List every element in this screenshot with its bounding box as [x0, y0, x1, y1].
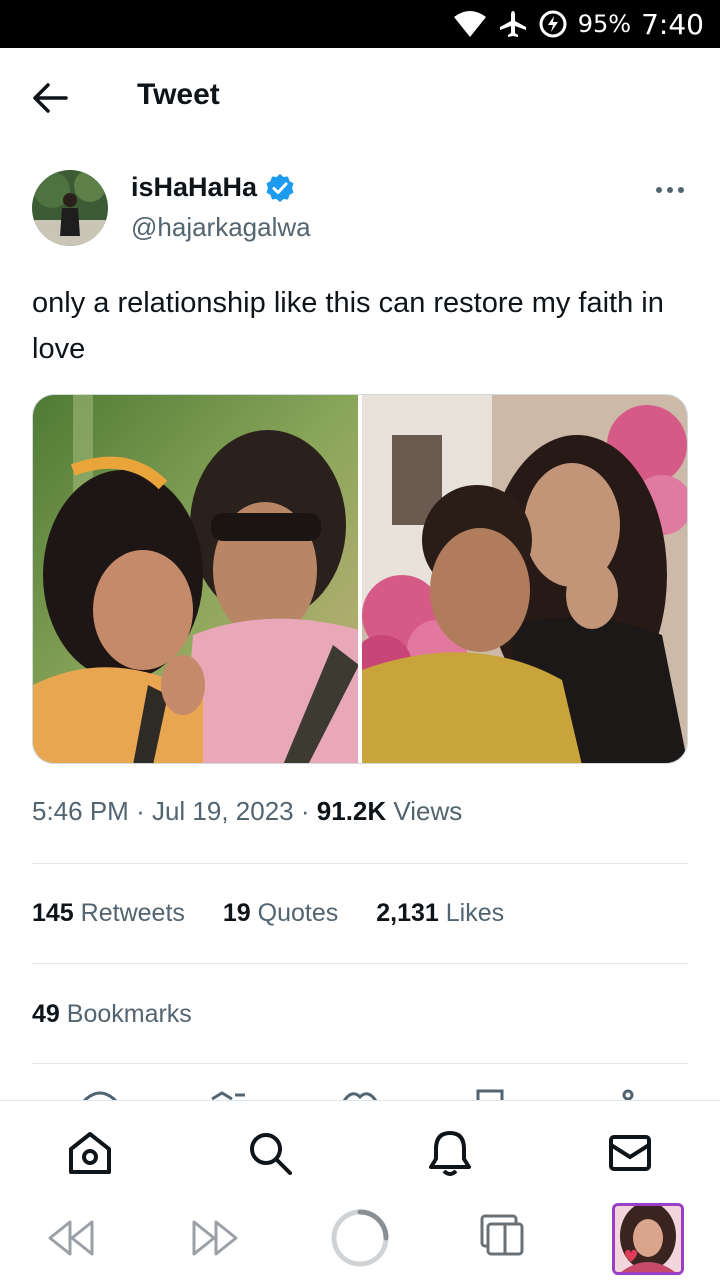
- quotes-label: Quotes: [257, 899, 339, 927]
- views-count: 91.2K: [316, 796, 387, 826]
- messages-icon[interactable]: [606, 1129, 654, 1177]
- search-icon[interactable]: [246, 1129, 294, 1177]
- retweets-stat[interactable]: 145 Retweets: [32, 899, 185, 928]
- bookmarks-stat[interactable]: 49 Bookmarks: [32, 1000, 192, 1029]
- bookmarks-label: Bookmarks: [66, 1000, 192, 1028]
- quotes-count: 19: [222, 899, 251, 927]
- views-label: Views: [393, 796, 463, 826]
- divider: [32, 963, 688, 964]
- bookmarks-count: 49: [32, 1000, 60, 1028]
- bottom-nav: [0, 1100, 720, 1196]
- likes-stat[interactable]: 2,131 Likes: [376, 899, 504, 928]
- likes-label: Likes: [445, 899, 505, 927]
- notifications-icon[interactable]: [426, 1129, 474, 1177]
- tweet-media[interactable]: [32, 394, 688, 764]
- author-handle[interactable]: @hajarkagalwa: [131, 212, 311, 243]
- back-arrow-icon[interactable]: [30, 80, 70, 116]
- retweets-label: Retweets: [80, 899, 185, 927]
- retweet-icon: [211, 1091, 245, 1101]
- retweets-count: 145: [32, 899, 74, 927]
- media-photo-left[interactable]: [33, 395, 358, 763]
- page-title: Tweet: [137, 78, 220, 111]
- verified-badge-icon: [266, 173, 294, 202]
- quotes-stat[interactable]: 19 Quotes: [223, 899, 338, 928]
- wifi-icon: [453, 11, 486, 37]
- profile-thumbnail[interactable]: [612, 1203, 684, 1275]
- header: Tweet: [0, 48, 720, 148]
- tweet-actions-row: [0, 1085, 720, 1101]
- clock: 7:40: [641, 7, 704, 41]
- author-name-text: isHaHaHa: [131, 172, 258, 202]
- avatar[interactable]: [32, 170, 108, 246]
- more-options-icon[interactable]: [654, 180, 686, 200]
- tweet-meta: 5:46 PM · Jul 19, 2023 · 91.2K Views: [32, 796, 462, 827]
- home-icon[interactable]: [66, 1129, 114, 1177]
- meta-separator: ·: [136, 796, 145, 826]
- media-photo-right[interactable]: [362, 395, 687, 763]
- airplane-mode-icon: [499, 11, 526, 37]
- tweet-text: only a relationship like this can restor…: [32, 287, 664, 365]
- engagement-stats: 145 Retweets 19 Quotes 2,131 Likes: [32, 899, 504, 928]
- likes-count: 2,131: [376, 899, 439, 927]
- browser-bar: [0, 1196, 720, 1280]
- status-bar: 95% 7:40: [0, 0, 720, 48]
- meta-separator: ·: [300, 796, 310, 826]
- battery-percent: 95%: [577, 10, 632, 38]
- author-name[interactable]: isHaHaHa: [131, 172, 295, 203]
- divider: [32, 1063, 688, 1064]
- rewind-icon[interactable]: [46, 1218, 96, 1258]
- divider: [32, 863, 688, 864]
- fast-forward-icon[interactable]: [190, 1218, 240, 1258]
- share-icon: [622, 1089, 634, 1101]
- tweet-time: 5:46 PM: [32, 796, 129, 826]
- battery-saver-icon: [539, 10, 567, 38]
- loading-ring-icon[interactable]: [330, 1208, 390, 1268]
- tweet-date: Jul 19, 2023: [151, 796, 294, 826]
- tabs-icon[interactable]: [480, 1214, 526, 1258]
